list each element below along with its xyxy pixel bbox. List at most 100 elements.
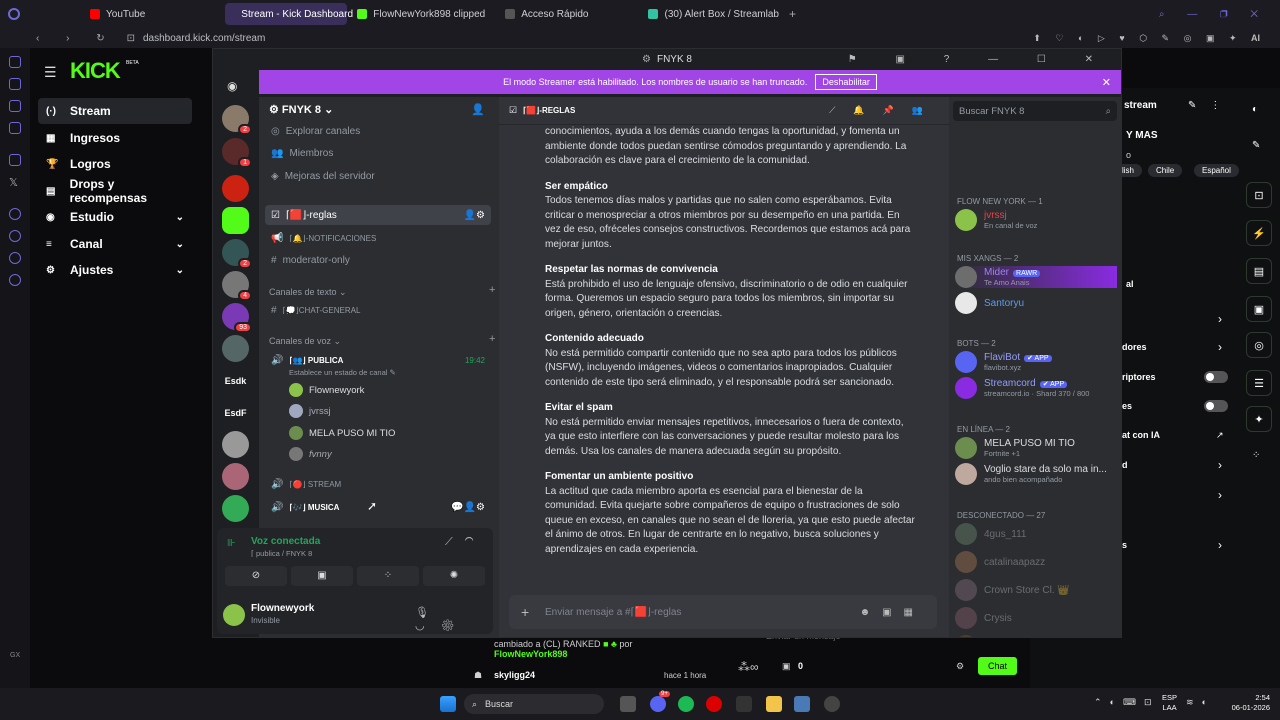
server-icon-fnyk[interactable] bbox=[222, 207, 249, 234]
tray-icons[interactable]: ⌃◐⌨⊡ bbox=[1094, 697, 1160, 708]
language-indicator[interactable]: ESP LAA bbox=[1162, 693, 1177, 713]
settings-icon[interactable] bbox=[9, 274, 21, 286]
channel-actions[interactable]: 💬👤⚙ bbox=[451, 502, 485, 513]
explore-channels[interactable]: ◎ Explorar canales bbox=[265, 121, 491, 141]
voice-channel-stream[interactable]: 🔊 ⌈🔴⌋ stream bbox=[265, 474, 491, 494]
chevron-right-icon[interactable]: › bbox=[1218, 458, 1222, 472]
wrench-icon[interactable]: ✦ bbox=[1246, 406, 1272, 432]
menu-icon[interactable]: ☰ bbox=[44, 64, 57, 81]
camera-off-button[interactable]: ⊘ bbox=[225, 566, 287, 586]
voice-channel-musica[interactable]: 🔊 ⌈🎶⌋ musica 💬👤⚙ bbox=[265, 497, 491, 517]
soundboard-button[interactable]: ✺ bbox=[423, 566, 485, 586]
voice-channel-publica[interactable]: 🔊 ⌈👥⌋ publica 19:42 bbox=[265, 350, 491, 370]
server-icon[interactable] bbox=[222, 335, 249, 362]
chat-send-button[interactable]: Chat bbox=[978, 657, 1018, 675]
channel-settings-icon[interactable]: 👤⚙ bbox=[464, 210, 485, 221]
tab-clip[interactable]: FlowNewYork898 clipped bbox=[347, 3, 495, 25]
server-icon[interactable]: 2 bbox=[222, 239, 252, 269]
store-icon[interactable] bbox=[794, 696, 810, 712]
sidebar-icon[interactable] bbox=[9, 252, 21, 264]
nav-buttons[interactable]: ‹ › ↻ bbox=[36, 33, 117, 44]
task-view-icon[interactable] bbox=[620, 696, 636, 712]
voice-user[interactable]: fvnny bbox=[289, 447, 332, 461]
server-icon[interactable] bbox=[222, 431, 249, 458]
voice-user[interactable]: MELA PUSO MI TIO bbox=[289, 426, 395, 440]
server-name[interactable]: ⚙ FNYK 8 ⌄ bbox=[269, 103, 333, 116]
app-icon[interactable] bbox=[736, 696, 752, 712]
kick-nav-item[interactable]: (·) Stream bbox=[38, 98, 192, 124]
add-channel-icon[interactable]: + bbox=[489, 284, 495, 296]
kick-nav-item[interactable]: ▤ Drops y recompensas bbox=[38, 177, 192, 205]
tab-acceso-rapido[interactable]: Acceso Rápido bbox=[495, 3, 598, 25]
clock[interactable]: 2:54 06-01-2026 bbox=[1226, 693, 1270, 713]
event-user[interactable]: FlowNewYork898 bbox=[494, 649, 567, 659]
opera-gx-icon[interactable] bbox=[706, 696, 722, 712]
server-icon[interactable] bbox=[222, 463, 249, 490]
kick-nav-item[interactable]: ⚙ Ajustes ⌄ bbox=[38, 257, 192, 283]
server-icon-esdk[interactable]: Esdk bbox=[222, 367, 249, 394]
server-icon[interactable]: 4 bbox=[222, 271, 252, 301]
setting-row[interactable]: al bbox=[1126, 279, 1134, 289]
sidebar-icon[interactable] bbox=[9, 122, 21, 134]
tag[interactable]: Chile bbox=[1148, 164, 1183, 177]
gift-icon[interactable]: ▣ bbox=[782, 661, 791, 672]
server-icon[interactable]: 2 bbox=[222, 105, 252, 135]
message-input[interactable]: + Enviar mensaje a #⌈🟥⌋-reglas ☻▣▦ bbox=[509, 595, 937, 629]
browser-logo-icon[interactable] bbox=[8, 8, 20, 20]
member-row[interactable]: 4gus_111 bbox=[955, 523, 1117, 545]
kick-nav-item[interactable]: ▦ Ingresos bbox=[38, 125, 192, 151]
tab-youtube[interactable]: YouTube bbox=[80, 3, 155, 25]
emote-icon[interactable]: ⁂∞ bbox=[738, 660, 759, 674]
voice-user[interactable]: Flownewyork bbox=[289, 383, 364, 397]
chevron-right-icon[interactable]: › bbox=[1218, 312, 1222, 326]
avatar[interactable] bbox=[223, 604, 245, 626]
window-buttons[interactable]: ⚑ ▣ ? — ☐ ✕ bbox=[848, 54, 1111, 65]
moon-icon[interactable]: ◐ bbox=[1252, 104, 1258, 115]
server-icon[interactable] bbox=[222, 495, 249, 522]
window-controls[interactable]: ⌕ — ❐ ✕ bbox=[1159, 9, 1268, 20]
layout-icon[interactable]: ☰ bbox=[1246, 370, 1272, 396]
add-channel-icon[interactable]: + bbox=[489, 333, 495, 345]
channel-reglas[interactable]: ☑ ⌈🟥⌋-reglas 👤⚙ bbox=[265, 205, 491, 225]
sidebar-icon[interactable] bbox=[9, 208, 21, 220]
external-link-icon[interactable]: ↗ bbox=[1216, 430, 1224, 441]
current-user-name[interactable]: Flownewyork bbox=[251, 603, 314, 614]
folder-icon[interactable] bbox=[766, 696, 782, 712]
member-row[interactable]: jvrssj En canal de voz bbox=[955, 209, 1117, 231]
chat-icon[interactable]: ▣ bbox=[1246, 296, 1272, 322]
member-row[interactable]: Crysis bbox=[955, 607, 1117, 629]
taskbar-search[interactable]: ⌕ Buscar bbox=[464, 694, 604, 714]
clock-icon[interactable] bbox=[9, 230, 21, 242]
members-link[interactable]: 👥 Miembros bbox=[265, 143, 491, 163]
server-icon[interactable]: 1 bbox=[222, 138, 252, 168]
search-input[interactable]: Buscar FNYK 8 ⌕ bbox=[953, 101, 1117, 121]
add-member-icon[interactable]: 👤 bbox=[471, 103, 485, 116]
channel-notificaciones[interactable]: 📢 ⌈🔔⌋-notificaciones bbox=[265, 228, 491, 248]
tab-kick-dashboard[interactable]: Stream - Kick Dashboard bbox=[225, 3, 353, 25]
member-row[interactable]: Streamcord ✔ APP streamcord.io · Shard 370… bbox=[955, 377, 1117, 399]
server-icon[interactable] bbox=[222, 175, 249, 202]
extension-icons[interactable]: ⬆ ♡ ◐ ▷ ♥ ⬡ ✎ ◎ ▣ ✦ AI bbox=[1033, 33, 1260, 44]
server-icon[interactable]: 93 bbox=[222, 303, 252, 333]
twitch-icon[interactable] bbox=[9, 154, 21, 166]
setting-row[interactable]: d bbox=[1122, 460, 1128, 470]
screen-share-button[interactable]: ▣ bbox=[291, 566, 353, 586]
channel-chat-general[interactable]: # ⌈💭⌋chat-general bbox=[265, 300, 491, 320]
voice-actions[interactable]: ⟋◠ bbox=[445, 536, 486, 549]
server-boosts-link[interactable]: ◈ Mejoras del servidor bbox=[265, 166, 491, 186]
kick-nav-item[interactable]: 🏆 Logros bbox=[38, 151, 192, 177]
kick-logo[interactable]: KICK bbox=[70, 58, 121, 84]
sidebar-icon[interactable] bbox=[9, 78, 21, 90]
x-icon[interactable]: 𝕏 bbox=[9, 176, 21, 189]
activities-button[interactable]: ⁘ bbox=[357, 566, 419, 586]
chevron-right-icon[interactable]: › bbox=[1218, 488, 1222, 502]
toggle[interactable] bbox=[1204, 371, 1228, 383]
member-row[interactable]: Crown Store Cl. 👑 bbox=[955, 579, 1117, 601]
setting-row[interactable]: dores bbox=[1122, 342, 1147, 352]
kick-nav-item[interactable]: ◉ Estudio ⌄ bbox=[38, 204, 192, 230]
setting-row[interactable]: s bbox=[1122, 540, 1127, 550]
tag[interactable]: Español bbox=[1194, 164, 1239, 177]
sidebar-icon[interactable] bbox=[9, 56, 21, 68]
event-user[interactable]: skyligg24 bbox=[494, 670, 535, 680]
user-controls[interactable]: 🎙◡⚙ bbox=[415, 606, 493, 632]
